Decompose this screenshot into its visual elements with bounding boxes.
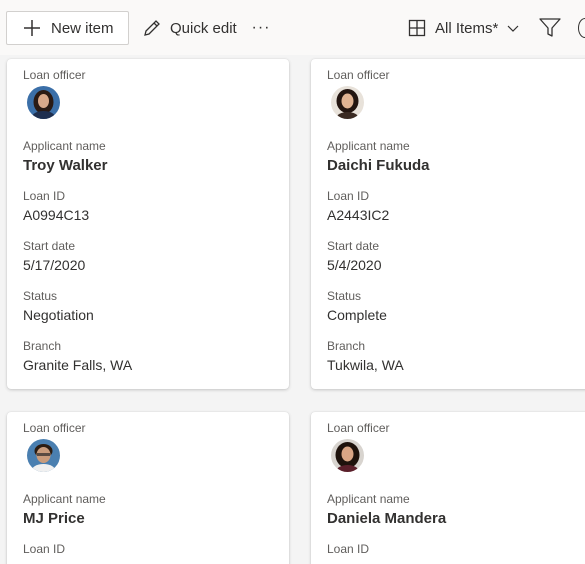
loan-officer-label: Loan officer: [23, 68, 86, 82]
loan-id-label: Loan ID: [327, 542, 370, 556]
start-date-value: 5/17/2020: [23, 257, 86, 273]
applicant-name-label: Applicant name: [327, 139, 410, 153]
view-switcher-button[interactable]: All Items*: [408, 14, 519, 42]
chevron-down-icon: [507, 25, 519, 32]
quick-edit-label: Quick edit: [170, 19, 237, 37]
loan-id-label: Loan ID: [23, 542, 66, 556]
applicant-name-label: Applicant name: [327, 492, 410, 506]
loan-card[interactable]: Loan officer Applicant name Troy Walker …: [7, 59, 289, 389]
ellipsis-icon: ···: [251, 19, 271, 36]
start-date-label: Start date: [23, 239, 76, 253]
view-name-label: All Items*: [435, 19, 499, 37]
start-date-label: Start date: [327, 239, 380, 253]
start-date-value: 5/4/2020: [327, 257, 382, 273]
loan-card[interactable]: Loan officer Applicant name MJ Price Loa…: [7, 412, 289, 564]
applicant-name-value: Daichi Fukuda: [327, 157, 430, 174]
applicant-name-label: Applicant name: [23, 139, 106, 153]
applicant-name-value: Troy Walker: [23, 157, 108, 174]
loan-card[interactable]: Loan officer Applicant name Daniela Mand…: [311, 412, 585, 564]
filter-button[interactable]: [537, 14, 563, 42]
status-value: Negotiation: [23, 307, 94, 323]
applicant-name-label: Applicant name: [23, 492, 106, 506]
loan-officer-label: Loan officer: [327, 68, 390, 82]
loan-card[interactable]: Loan officer Applicant name Daichi Fukud…: [311, 59, 585, 389]
loan-id-value: A2443IC2: [327, 207, 390, 223]
applicant-name-value: Daniela Mandera: [327, 510, 447, 527]
loan-officer-avatar[interactable]: [331, 439, 364, 472]
loan-officer-label: Loan officer: [23, 421, 86, 435]
grid-view-icon: [408, 19, 426, 37]
loan-officer-avatar[interactable]: [27, 86, 60, 119]
plus-icon: [24, 20, 40, 36]
status-label: Status: [23, 289, 58, 303]
command-bar: New item Quick edit ··· All Items*: [0, 0, 585, 55]
branch-label: Branch: [327, 339, 366, 353]
branch-value: Granite Falls, WA: [23, 357, 133, 373]
loan-officer-label: Loan officer: [327, 421, 390, 435]
loan-id-value: A0994C13: [23, 207, 90, 223]
new-item-label: New item: [51, 19, 114, 37]
filter-icon: [539, 18, 561, 37]
new-item-button[interactable]: New item: [6, 11, 129, 45]
branch-value: Tukwila, WA: [327, 357, 404, 373]
loan-officer-avatar[interactable]: [27, 439, 60, 472]
applicant-name-value: MJ Price: [23, 510, 85, 527]
more-options-button[interactable]: ···: [248, 14, 274, 42]
status-label: Status: [327, 289, 362, 303]
loan-officer-avatar[interactable]: [331, 86, 364, 119]
quick-edit-button[interactable]: Quick edit: [142, 14, 237, 42]
loan-id-label: Loan ID: [327, 189, 370, 203]
status-value: Complete: [327, 307, 387, 323]
info-icon[interactable]: [578, 18, 585, 38]
pencil-icon: [144, 20, 160, 36]
branch-label: Branch: [23, 339, 62, 353]
loan-id-label: Loan ID: [23, 189, 66, 203]
